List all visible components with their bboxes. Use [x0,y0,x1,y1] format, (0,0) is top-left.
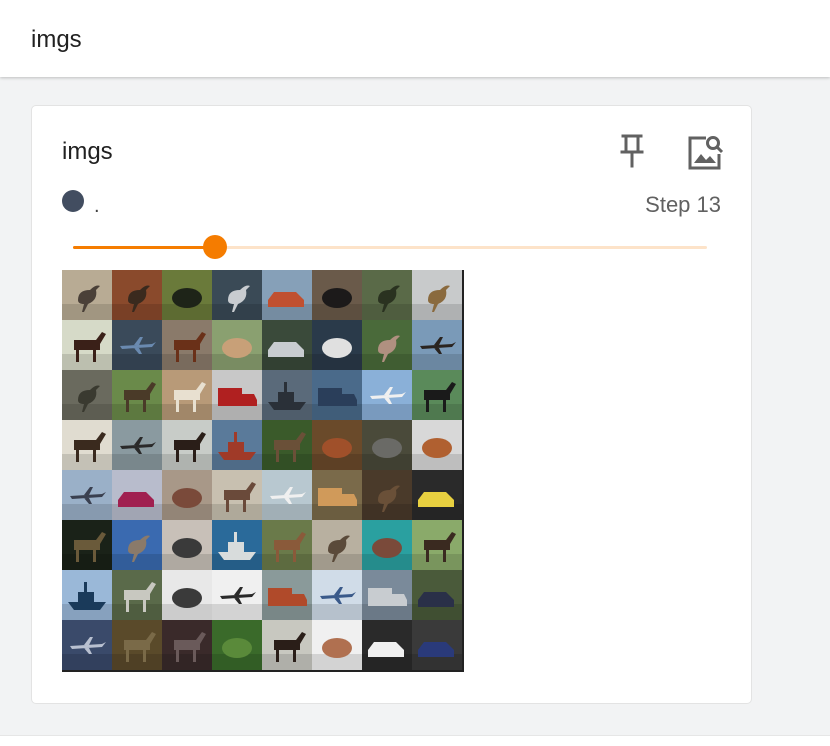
image-search-icon [688,136,724,170]
image-tile [362,520,412,570]
image-tile [162,520,212,570]
image-tile [162,270,212,320]
image-tile [312,570,362,620]
image-tile [262,270,312,320]
image-tile [312,420,362,470]
image-tile [162,620,212,670]
step-label: Step 13 [645,192,721,217]
image-tile [162,570,212,620]
image-tile [412,320,462,370]
image-tile [362,320,412,370]
image-tile [412,270,462,320]
next-card-edge [0,735,830,746]
image-tile [362,420,412,470]
image-tile [312,520,362,570]
top-bar: imgs [0,0,830,77]
step-slider[interactable] [73,234,707,262]
image-tile [112,520,162,570]
image-tile [262,370,312,420]
image-tile [212,470,262,520]
image-tile [62,420,112,470]
image-tile [62,620,112,670]
image-tile [312,370,362,420]
image-tile [212,420,262,470]
image-tile [212,570,262,620]
card-title: imgs [62,138,113,165]
image-card: imgs . Step 13 [31,105,752,704]
image-tile [162,470,212,520]
image-tile [362,620,412,670]
image-tile [212,270,262,320]
image-tile [62,570,112,620]
image-tile [412,420,462,470]
image-tile [162,420,212,470]
image-tile [262,570,312,620]
slider-thumb[interactable] [203,235,228,259]
pin-button[interactable] [612,131,652,171]
image-tile [362,570,412,620]
slider-fill [73,246,216,249]
pin-icon [620,134,644,168]
image-tile [62,370,112,420]
image-tile [212,320,262,370]
image-tile [62,470,112,520]
image-tile [112,620,162,670]
image-tile [112,270,162,320]
image-tile [62,320,112,370]
image-tile [262,520,312,570]
image-tile [212,620,262,670]
image-tile [362,270,412,320]
run-name: . [94,195,100,217]
image-tile [62,270,112,320]
image-tile [362,470,412,520]
image-tile [262,420,312,470]
image-tile [112,420,162,470]
image-tile [112,370,162,420]
image-tile [412,520,462,570]
image-tile [262,470,312,520]
image-tile [112,320,162,370]
image-tile [262,320,312,370]
image-tile [312,620,362,670]
image-tile [312,470,362,520]
image-tile [312,320,362,370]
image-search-button[interactable] [685,132,725,172]
image-tile [162,370,212,420]
image-tile [412,570,462,620]
image-tile [412,470,462,520]
image-tile [112,570,162,620]
image-tile [362,370,412,420]
image-tile [212,370,262,420]
image-grid [62,270,464,672]
image-tile [62,520,112,570]
image-tile [412,620,462,670]
image-tile [112,470,162,520]
image-tile [312,270,362,320]
image-tile [412,370,462,420]
image-tile [212,520,262,570]
image-tile [162,320,212,370]
page-title: imgs [31,26,82,53]
image-tile [262,620,312,670]
run-color-dot [62,190,84,212]
